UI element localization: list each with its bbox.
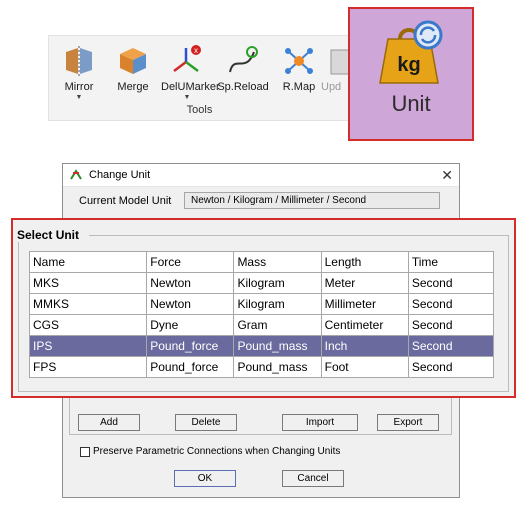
export-button[interactable]: Export: [377, 414, 439, 431]
kg-weight-unit-icon: kg: [379, 20, 443, 84]
mirror-label: Mirror: [64, 81, 94, 93]
r-map-label: R.Map: [282, 81, 316, 93]
delumarker-button[interactable]: x DelUMarker ▼: [161, 42, 220, 102]
kg-icon-text: kg: [397, 54, 420, 76]
table-cell: Second: [407, 335, 495, 357]
unit-table: Name Force Mass Length Time MKS Newton K…: [28, 251, 495, 378]
table-cell: Inch: [320, 335, 409, 357]
select-unit-highlight: Select Unit Name Force Mass Length Time …: [11, 218, 516, 398]
close-icon[interactable]: ✕: [441, 167, 453, 184]
table-cell: Pound_force: [146, 356, 235, 378]
dialog-title: Change Unit: [89, 169, 151, 181]
delete-button[interactable]: Delete: [175, 414, 237, 431]
table-cell: Second: [407, 356, 495, 378]
merge-button[interactable]: Merge: [107, 42, 159, 102]
table-cell: Pound_mass: [233, 356, 322, 378]
table-cell: Centimeter: [320, 314, 409, 336]
r-map-button[interactable]: R.Map: [273, 42, 325, 102]
table-cell: Gram: [233, 314, 322, 336]
unit-callout[interactable]: kg Unit: [348, 7, 474, 141]
table-cell: Dyne: [146, 314, 235, 336]
spline-reload-icon: [229, 46, 258, 73]
dialog-titlebar: Change Unit ✕: [63, 164, 459, 187]
column-header-length[interactable]: Length: [320, 251, 409, 273]
svg-text:x: x: [194, 46, 198, 55]
table-row[interactable]: FPS Pound_force Pound_mass Foot Second: [28, 356, 495, 378]
chevron-down-icon: ▼: [75, 94, 83, 101]
table-cell: CGS: [28, 314, 148, 336]
table-row-selected[interactable]: IPS Pound_force Pound_mass Inch Second: [28, 335, 495, 357]
table-cell: MKS: [28, 272, 148, 294]
merge-label: Merge: [117, 81, 149, 93]
ribbon-tools-group: Mirror ▼ Merge x DelUMarker ▼ Sp.Reload: [48, 35, 351, 121]
preserve-connections-label: Preserve Parametric Connections when Cha…: [93, 446, 341, 457]
table-cell: Second: [407, 314, 495, 336]
current-model-unit-label: Current Model Unit: [79, 195, 172, 207]
preserve-connections-checkbox[interactable]: [80, 447, 90, 457]
table-cell: Newton: [146, 293, 235, 315]
chevron-down-icon: ▼: [183, 94, 191, 101]
ok-button[interactable]: OK: [174, 470, 236, 487]
table-cell: Meter: [320, 272, 409, 294]
mirror-icon: [66, 46, 92, 76]
table-cell: FPS: [28, 356, 148, 378]
table-cell: IPS: [28, 335, 148, 357]
sp-reload-button[interactable]: Sp.Reload: [217, 42, 269, 102]
ribbon-group-label: Tools: [186, 104, 213, 116]
unit-callout-label: Unit: [391, 91, 431, 116]
table-row[interactable]: MMKS Newton Kilogram Millimeter Second: [28, 293, 495, 315]
table-cell: Pound_mass: [233, 335, 322, 357]
column-header-time[interactable]: Time: [407, 251, 495, 273]
table-cell: MMKS: [28, 293, 148, 315]
update-button[interactable]: Upd: [321, 42, 351, 102]
table-cell: Pound_force: [146, 335, 235, 357]
column-header-name[interactable]: Name: [28, 251, 148, 273]
cancel-button[interactable]: Cancel: [282, 470, 344, 487]
table-row[interactable]: MKS Newton Kilogram Meter Second: [28, 272, 495, 294]
sp-reload-label: Sp.Reload: [217, 81, 269, 93]
select-unit-label: Select Unit: [15, 228, 82, 242]
table-cell: Newton: [146, 272, 235, 294]
table-header-row: Name Force Mass Length Time: [28, 251, 495, 273]
table-cell: Second: [407, 293, 495, 315]
delumarker-label: DelUMarker: [161, 81, 220, 93]
table-cell: Second: [407, 272, 495, 294]
delete-marker-icon: x: [173, 45, 201, 72]
column-header-force[interactable]: Force: [146, 251, 235, 273]
table-cell: Millimeter: [320, 293, 409, 315]
network-map-icon: [285, 48, 313, 74]
add-button[interactable]: Add: [78, 414, 140, 431]
app-logo-icon: [70, 169, 82, 180]
merge-cube-icon: [120, 48, 146, 74]
import-button[interactable]: Import: [282, 414, 358, 431]
update-label: Upd: [321, 81, 342, 93]
table-cell: Foot: [320, 356, 409, 378]
column-header-mass[interactable]: Mass: [233, 251, 322, 273]
table-row[interactable]: CGS Dyne Gram Centimeter Second: [28, 314, 495, 336]
mirror-button[interactable]: Mirror ▼: [53, 42, 105, 102]
table-cell: Kilogram: [233, 293, 322, 315]
current-model-unit-field: Newton / Kilogram / Millimeter / Second: [184, 192, 440, 209]
table-cell: Kilogram: [233, 272, 322, 294]
